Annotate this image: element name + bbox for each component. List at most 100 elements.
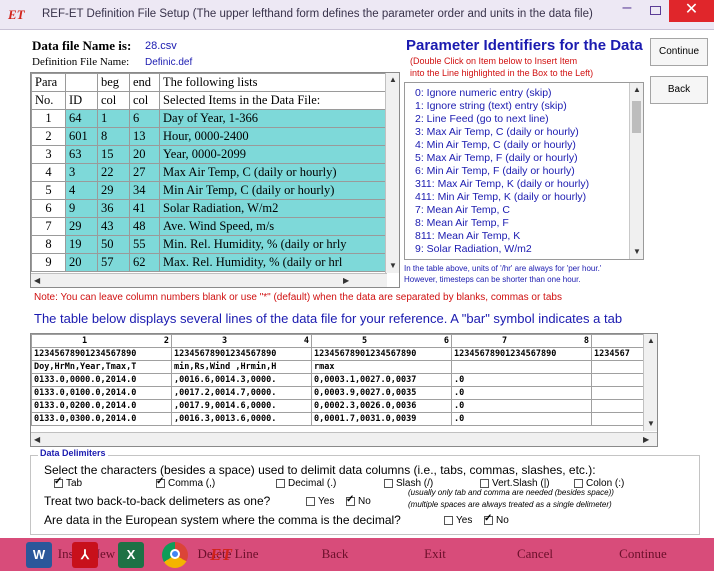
end-col-cell[interactable]: 55 — [129, 235, 160, 254]
param-item-cell[interactable]: Min Air Temp, C (daily or hourly) — [159, 181, 395, 200]
param-item-cell[interactable]: Solar Radiation, W/m2 — [159, 199, 395, 218]
param-id-item[interactable]: 5: Max Air Temp, F (daily or hourly) — [415, 152, 578, 164]
param-id-cell[interactable]: 20 — [65, 253, 98, 272]
b2b-no-option[interactable]: No — [346, 494, 371, 507]
param-item-cell[interactable]: Max Air Temp, C (daily or hourly) — [159, 163, 395, 182]
list-scrollbar[interactable]: ▲ ▼ — [629, 83, 643, 259]
param-id-item[interactable]: 0: Ignore numeric entry (skip) — [415, 87, 552, 99]
end-col-cell[interactable]: 13 — [129, 127, 160, 146]
ref-et-icon[interactable]: ET — [206, 542, 236, 568]
scroll-down-icon[interactable]: ▼ — [647, 419, 655, 428]
param-id-item[interactable]: 4: Min Air Temp, C (daily or hourly) — [415, 139, 576, 151]
begin-col-cell[interactable]: 43 — [97, 217, 130, 236]
param-id-item[interactable]: 1: Ignore string (text) entry (skip) — [415, 100, 567, 112]
end-col-cell[interactable]: 48 — [129, 217, 160, 236]
end-col-cell[interactable]: 6 — [129, 109, 160, 128]
back-side-button[interactable]: Back — [650, 76, 708, 104]
param-id-cell[interactable]: 63 — [65, 145, 98, 164]
param-id-item[interactable]: 9: Solar Radiation, W/m2 — [415, 243, 532, 255]
param-item-cell[interactable]: Year, 0000-2099 — [159, 145, 395, 164]
scroll-left-icon[interactable]: ◀ — [34, 276, 40, 285]
delimiter-option[interactable]: Comma (,) — [156, 476, 215, 489]
table-row[interactable]: 6 9 36 41 Solar Radiation, W/m2 — [31, 199, 395, 218]
begin-col-cell[interactable]: 8 — [97, 127, 130, 146]
parameter-table[interactable]: Para beg end The following lists No. ID … — [30, 72, 400, 288]
end-col-cell[interactable]: 20 — [129, 145, 160, 164]
param-id-item[interactable]: 3: Max Air Temp, C (daily or hourly) — [415, 126, 579, 138]
param-item-cell[interactable]: Max. Rel. Humidity, % (daily or hrl — [159, 253, 395, 272]
table-row[interactable]: 7 29 43 48 Ave. Wind Speed, m/s — [31, 217, 395, 236]
param-id-item[interactable]: 411: Min Air Temp, K (daily or hourly) — [415, 191, 586, 203]
data-preview-table[interactable]: 12 34 56 78 12345678901234567890 12345678… — [30, 333, 658, 447]
scroll-thumb[interactable] — [632, 101, 641, 133]
table-row[interactable]: 1 64 1 6 Day of Year, 1-366 — [31, 109, 395, 128]
scroll-up-icon[interactable]: ▲ — [647, 336, 655, 345]
delimiter-checkbox[interactable] — [276, 478, 285, 488]
begin-col-cell[interactable]: 57 — [97, 253, 130, 272]
delimiter-checkbox[interactable] — [480, 478, 489, 488]
param-id-item[interactable]: 311: Max Air Temp, K (daily or hourly) — [415, 178, 589, 190]
delimiter-checkbox[interactable] — [574, 478, 583, 488]
delimiter-checkbox[interactable] — [54, 476, 63, 488]
maximize-button[interactable] — [642, 0, 668, 22]
begin-col-cell[interactable]: 1 — [97, 109, 130, 128]
table-row[interactable]: 2 601 8 13 Hour, 0000-2400 — [31, 127, 395, 146]
b2b-yes-option[interactable]: Yes — [306, 496, 334, 507]
table-horizontal-scrollbar[interactable]: ◀ ▶ — [31, 273, 387, 287]
eu-yes-checkbox[interactable] — [444, 515, 453, 525]
cancel-button[interactable]: Cancel — [490, 540, 580, 568]
eu-no-checkbox[interactable] — [484, 513, 493, 525]
exit-button[interactable]: Exit — [390, 540, 480, 568]
end-col-cell[interactable]: 62 — [129, 253, 160, 272]
delimiter-checkbox[interactable] — [384, 478, 393, 488]
scroll-left-icon[interactable]: ◀ — [34, 435, 40, 444]
continue-button[interactable]: Continue — [588, 540, 698, 568]
begin-col-cell[interactable]: 36 — [97, 199, 130, 218]
preview-horizontal-scrollbar[interactable]: ◀ ▶ — [31, 432, 657, 446]
scroll-right-icon[interactable]: ▶ — [343, 276, 349, 285]
delimiter-option[interactable]: Tab — [54, 476, 82, 489]
begin-col-cell[interactable]: 15 — [97, 145, 130, 164]
back-button[interactable]: Back — [290, 540, 380, 568]
table-vertical-scrollbar[interactable]: ▲ ▼ — [385, 73, 399, 273]
param-item-cell[interactable]: Hour, 0000-2400 — [159, 127, 395, 146]
close-button[interactable]: ✕ — [669, 0, 714, 22]
end-col-cell[interactable]: 41 — [129, 199, 160, 218]
param-item-cell[interactable]: Ave. Wind Speed, m/s — [159, 217, 395, 236]
table-row[interactable]: 5 4 29 34 Min Air Temp, C (daily or hourly) — [31, 181, 395, 200]
param-id-cell[interactable]: 601 — [65, 127, 98, 146]
table-row[interactable]: 4 3 22 27 Max Air Temp, C (daily or hourly) — [31, 163, 395, 182]
table-row[interactable]: 8 19 50 55 Min. Rel. Humidity, % (daily or h… — [31, 235, 395, 254]
chrome-icon[interactable] — [162, 542, 188, 568]
param-id-item[interactable]: 6: Min Air Temp, F (daily or hourly) — [415, 165, 575, 177]
begin-col-cell[interactable]: 22 — [97, 163, 130, 182]
scroll-down-icon[interactable]: ▼ — [389, 261, 397, 270]
param-item-cell[interactable]: Min. Rel. Humidity, % (daily or hrly — [159, 235, 395, 254]
delimiter-checkbox[interactable] — [156, 476, 165, 488]
param-item-cell[interactable]: Day of Year, 1-366 — [159, 109, 395, 128]
param-id-cell[interactable]: 64 — [65, 109, 98, 128]
b2b-yes-checkbox[interactable] — [306, 496, 315, 506]
end-col-cell[interactable]: 27 — [129, 163, 160, 182]
param-id-cell[interactable]: 19 — [65, 235, 98, 254]
param-id-cell[interactable]: 4 — [65, 181, 98, 200]
scroll-right-icon[interactable]: ▶ — [643, 435, 649, 444]
param-id-item[interactable]: 8: Mean Air Temp, F — [415, 217, 509, 229]
delimiter-option[interactable]: Decimal (.) — [276, 478, 336, 489]
minimize-button[interactable]: – — [614, 0, 640, 22]
eu-no-option[interactable]: No — [484, 513, 509, 526]
word-icon[interactable]: W — [26, 542, 52, 568]
param-id-cell[interactable]: 3 — [65, 163, 98, 182]
begin-col-cell[interactable]: 29 — [97, 181, 130, 200]
excel-icon[interactable]: X — [118, 542, 144, 568]
end-col-cell[interactable]: 34 — [129, 181, 160, 200]
param-id-cell[interactable]: 29 — [65, 217, 98, 236]
eu-yes-option[interactable]: Yes — [444, 515, 472, 526]
param-id-item[interactable]: 811: Mean Air Temp, K — [415, 230, 520, 242]
scroll-down-icon[interactable]: ▼ — [633, 247, 641, 256]
continue-side-button[interactable]: Continue — [650, 38, 708, 66]
scroll-up-icon[interactable]: ▲ — [633, 85, 641, 94]
b2b-no-checkbox[interactable] — [346, 494, 355, 506]
param-id-item[interactable]: 7: Mean Air Temp, C — [415, 204, 510, 216]
table-row[interactable]: 9 20 57 62 Max. Rel. Humidity, % (daily or h… — [31, 253, 395, 272]
